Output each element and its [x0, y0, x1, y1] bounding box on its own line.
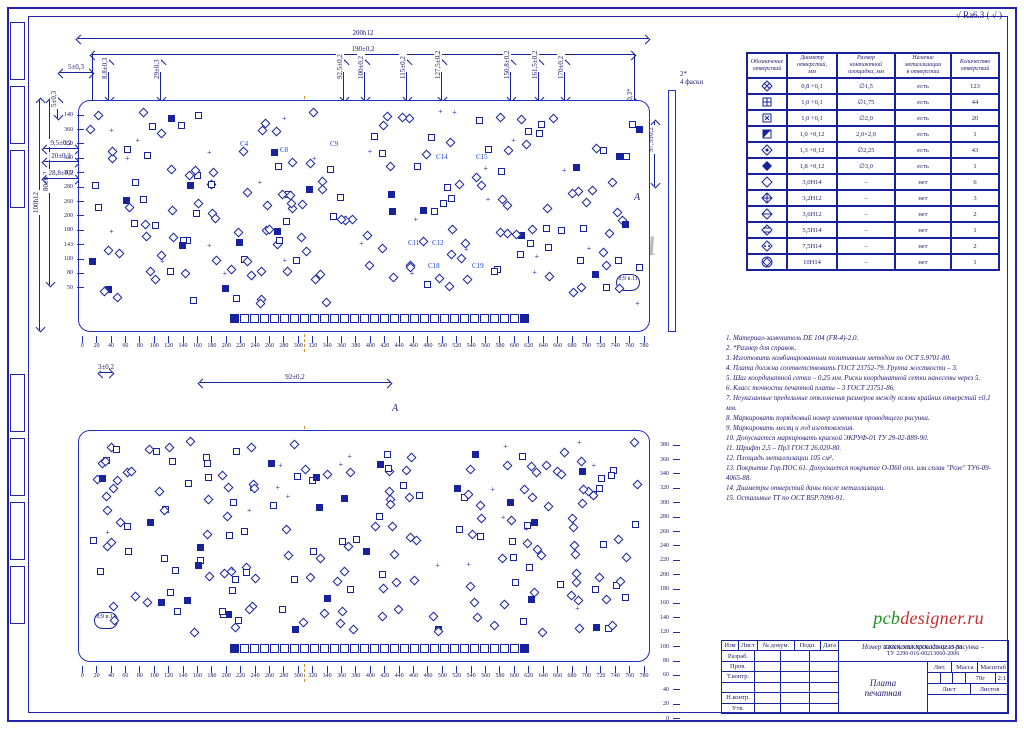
surface-finish: √ Ra6.3 ( √ )	[956, 10, 1002, 20]
x-ruler-top: 0204060801001201401601802002202402602803…	[75, 336, 651, 349]
title-block: ИзмЛист№ докум.Подп.Дата Разраб. Пров. Т…	[721, 640, 1009, 714]
pcb-bottom-view	[78, 430, 650, 662]
connector-bot	[230, 644, 530, 653]
x-ruler-bot: 0204060801001201401601802002202402602803…	[75, 666, 651, 679]
y-ruler-top: 1403603503303092802602001801431008050	[58, 108, 76, 295]
dim-width-200: 200h12	[78, 38, 648, 39]
side-view	[668, 90, 676, 332]
url-mark: pcbdesigner.ru	[873, 608, 984, 629]
hole-table: ОбозначениеотверстийДиаметротверстий,ммР…	[746, 52, 1000, 271]
connector-top	[230, 314, 530, 323]
binding-bar	[10, 22, 25, 707]
section-A-top: А	[634, 192, 640, 203]
dim-100h12: 100h12	[39, 100, 40, 330]
y-ruler-bot: 3803603403203002802602402202001801601401…	[654, 438, 672, 726]
dim-5: 5±0,3	[60, 72, 92, 73]
side-callout: 2* 4 фаски	[680, 70, 703, 86]
dim-3: 3±0,2	[100, 372, 112, 373]
dim-92: 92±0,2	[200, 382, 390, 383]
section-A-bot: А	[392, 403, 398, 414]
dim-97.5: 97,5±0,2	[654, 122, 655, 186]
dim-80: 80±0,2	[49, 100, 50, 285]
notes-list: 1. Материал-заменитель DE 104 (FR-4)-2,0…	[686, 333, 1000, 503]
